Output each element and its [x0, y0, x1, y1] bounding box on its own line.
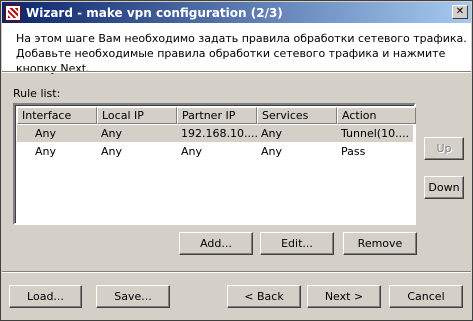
cell-partner-ip: 192.168.10.... [181, 127, 257, 140]
footer-divider [2, 271, 471, 273]
column-header-interface[interactable]: Interface [17, 107, 97, 124]
cell-services: Any [261, 145, 283, 158]
back-button[interactable]: < Back [227, 285, 301, 308]
move-up-button[interactable]: Up [424, 137, 464, 160]
move-down-button[interactable]: Down [424, 176, 464, 199]
load-button[interactable]: Load... [9, 285, 82, 308]
rule-list[interactable]: Interface Local IP Partner IP Services A… [13, 103, 416, 225]
cell-interface: Any [35, 127, 57, 140]
wizard-header: На этом шаге Вам необходимо задать прави… [2, 23, 471, 75]
header-divider [2, 71, 471, 73]
window-title: Wizard - make vpn configuration (2/3) [26, 5, 283, 20]
close-icon[interactable]: ✕ [452, 5, 468, 19]
table-row[interactable]: Any Any 192.168.10.... Any Tunnel(10.... [17, 125, 413, 142]
rule-list-header: Interface Local IP Partner IP Services A… [17, 107, 416, 124]
cell-local-ip: Any [101, 127, 123, 140]
wizard-window: Wizard - make vpn configuration (2/3) ✕ … [0, 0, 473, 321]
header-instruction-line-1: На этом шаге Вам необходимо задать прави… [16, 32, 467, 45]
edit-rule-button[interactable]: Edit... [260, 232, 334, 255]
cell-partner-ip: Any [181, 145, 203, 158]
column-header-partner-ip[interactable]: Partner IP [177, 107, 257, 124]
add-rule-button[interactable]: Add... [179, 232, 253, 255]
cell-interface: Any [35, 145, 57, 158]
remove-rule-button[interactable]: Remove [343, 232, 417, 255]
save-button[interactable]: Save... [96, 285, 170, 308]
column-header-local-ip[interactable]: Local IP [97, 107, 177, 124]
app-icon [5, 4, 21, 21]
cell-action: Tunnel(10.... [341, 127, 410, 140]
column-header-services[interactable]: Services [257, 107, 337, 124]
table-row[interactable]: Any Any Any Any Pass [17, 143, 413, 160]
column-header-action[interactable]: Action [337, 107, 416, 124]
cancel-button[interactable]: Cancel [389, 285, 463, 308]
cell-services: Any [261, 127, 283, 140]
next-button[interactable]: Next > [307, 285, 381, 308]
cell-local-ip: Any [101, 145, 123, 158]
title-bar[interactable]: Wizard - make vpn configuration (2/3) ✕ [2, 2, 471, 23]
cell-action: Pass [341, 145, 366, 158]
rule-list-label: Rule list: [13, 87, 61, 100]
